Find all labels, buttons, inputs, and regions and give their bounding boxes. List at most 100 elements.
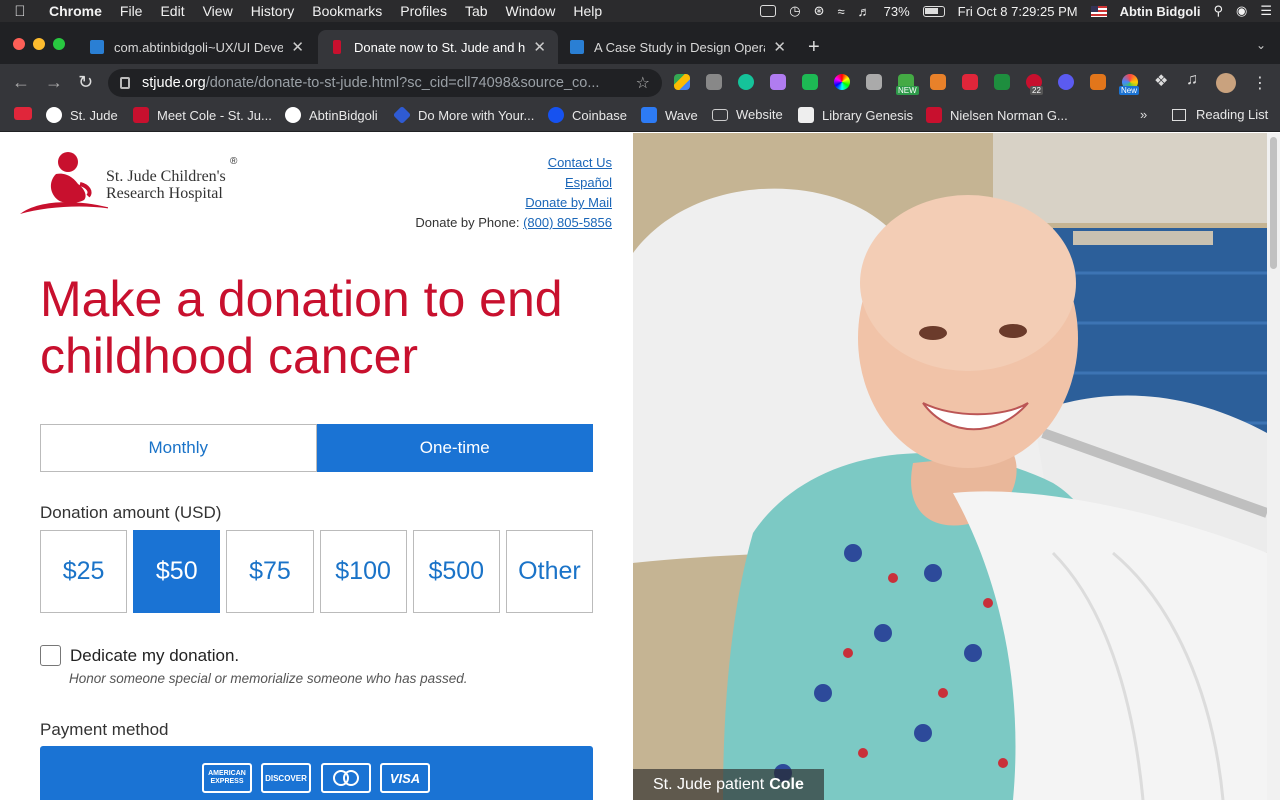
donation-amount-label: Donation amount (USD) [40,503,222,522]
new-tab-icon[interactable]: + [808,36,820,59]
minimize-window-button[interactable] [33,38,45,50]
metamask-icon[interactable] [1090,74,1106,90]
amount-25-button[interactable]: $25 [40,530,128,613]
tab-design-ops[interactable]: A Case Study in Design Operat ✕ [558,30,798,64]
bookmark-abtinbidgoli[interactable]: AbtinBidgoli [285,107,378,123]
credit-card-payment-option[interactable]: AMERICAN EXPRESS DISCOVER mastercard VIS… [40,746,593,800]
more-menu-icon[interactable]: ⋮ [1252,73,1268,93]
bookmark-favicon-icon [926,107,942,123]
bookmark-library-genesis[interactable]: Library Genesis [798,107,913,123]
battery-icon[interactable] [922,5,945,17]
one-time-button[interactable]: One-time [316,424,593,472]
extension-h-icon[interactable] [706,74,722,90]
wave-icon [641,107,657,123]
menu-file[interactable]: File [111,3,152,19]
tab-title: Donate now to St. Jude and he [354,39,526,55]
bluetooth-icon[interactable]: ⊛ [814,3,825,19]
airplay-icon[interactable] [760,5,777,17]
menu-profiles[interactable]: Profiles [391,3,456,19]
bookmark-star-icon[interactable]: ☆ [636,73,650,93]
bookmark-youtube[interactable] [14,107,40,120]
bookmark-wave[interactable]: Wave [641,107,698,123]
contact-us-link[interactable]: Contact Us [548,155,612,170]
page-title: Make a donation to end childhood cancer [40,271,563,384]
menu-history[interactable]: History [242,3,304,19]
menu-tab[interactable]: Tab [456,3,497,19]
amount-other-button[interactable]: Other [505,530,594,613]
caption-patient-name: Cole [769,775,804,793]
extension-purple-icon[interactable] [770,74,786,90]
menu-app-name[interactable]: Chrome [40,3,111,19]
tab-uxui[interactable]: com.abtinbidgoli~UX/UI Develo ✕ [78,30,316,64]
control-center-icon[interactable]: ☰ [1260,3,1272,19]
volume-icon[interactable]: ♬ [858,4,871,19]
apple-menu-icon[interactable]:  [0,3,40,20]
amount-500-button[interactable]: $500 [412,530,500,613]
dedicate-checkbox[interactable] [40,645,61,666]
dedicate-label[interactable]: Dedicate my donation. [70,646,239,666]
profile-avatar[interactable] [1216,73,1236,93]
bookmark-label: Website [736,107,783,122]
shield-icon[interactable] [994,74,1010,90]
bookmark-meet-cole[interactable]: Meet Cole - St. Ju... [133,107,272,123]
forward-arrow-icon[interactable]: → [45,72,63,93]
close-tab-icon[interactable]: ✕ [773,38,786,56]
patient-photo [633,133,1267,800]
grammarly-icon[interactable] [738,74,754,90]
spotlight-search-icon[interactable]: ⚲ [1213,3,1223,19]
address-bar[interactable]: stjude.org /donate/donate-to-st-jude.htm… [108,69,662,97]
amex-logo-icon: AMERICAN EXPRESS [202,763,252,793]
color-picker-icon[interactable] [834,74,850,90]
bookmark-coinbase[interactable]: Coinbase [548,107,627,123]
espanol-link[interactable]: Español [565,175,612,190]
reload-icon[interactable]: ↻ [78,72,93,93]
amount-75-button[interactable]: $75 [226,530,314,613]
reading-list-button[interactable]: Reading List [1172,107,1268,122]
tab-search-chevron-icon[interactable]: ⌄ [1256,38,1266,52]
page-scrollbar[interactable] [1267,133,1280,800]
extension-orange-icon[interactable] [930,74,946,90]
wifi-icon[interactable]: ≈ [837,4,844,19]
scrollbar-thumb[interactable] [1270,137,1277,269]
time-machine-icon[interactable]: ◷ [789,3,800,19]
st-jude-logo[interactable]: St. Jude Children's Research Hospital ® [18,148,248,218]
menu-bookmarks[interactable]: Bookmarks [303,3,391,19]
bookmark-folder-website[interactable]: Website [712,107,783,122]
clock[interactable]: Fri Oct 8 7:29:25 PM [958,4,1078,19]
menu-bar-tray: ◷ ⊛ ≈ ♬ 73% Fri Oct 8 7:29:25 PM Abtin B… [760,0,1272,22]
donate-by-mail-link[interactable]: Donate by Mail [525,195,612,210]
back-arrow-icon[interactable]: ← [12,72,30,93]
extension-gray-icon[interactable] [866,74,882,90]
close-tab-icon[interactable]: ✕ [291,38,304,56]
media-control-icon[interactable]: ♫ [1186,71,1202,88]
bookmark-st-jude[interactable]: St. Jude [46,107,118,123]
tab-stjude-donate[interactable]: Donate now to St. Jude and he ✕ [318,30,558,64]
lock-icon[interactable] [120,77,130,89]
frequency-toggle: Monthly One-time [40,424,593,472]
amount-100-button[interactable]: $100 [319,530,407,613]
extension-circle-icon[interactable] [1058,74,1074,90]
close-tab-icon[interactable]: ✕ [533,38,546,56]
caption-prefix: St. Jude patient [653,775,765,793]
menu-window[interactable]: Window [497,3,565,19]
amount-50-button[interactable]: $50 [133,530,221,613]
menu-view[interactable]: View [194,3,242,19]
bookmark-favicon-icon [46,107,62,123]
siri-icon[interactable]: ◉ [1236,3,1247,19]
menu-edit[interactable]: Edit [151,3,193,19]
input-source-flag-icon[interactable] [1090,5,1107,17]
extensions-puzzle-icon[interactable]: ❖ [1154,71,1170,90]
close-window-button[interactable] [13,38,25,50]
bookmark-favicon-icon [392,105,412,125]
youtube-extension-icon[interactable] [962,74,978,90]
bookmarks-overflow-chevron-icon[interactable]: » [1140,107,1147,122]
monthly-button[interactable]: Monthly [40,424,317,472]
zoom-window-button[interactable] [53,38,65,50]
extension-bw-icon[interactable] [802,74,818,90]
bookmark-do-more[interactable]: Do More with Your... [392,105,534,125]
google-drive-icon[interactable] [674,74,690,90]
menu-help[interactable]: Help [564,3,611,19]
user-name[interactable]: Abtin Bidgoli [1120,4,1201,19]
phone-number-link[interactable]: (800) 805-5856 [523,215,612,230]
bookmark-nielsen-norman[interactable]: Nielsen Norman G... [926,107,1068,123]
